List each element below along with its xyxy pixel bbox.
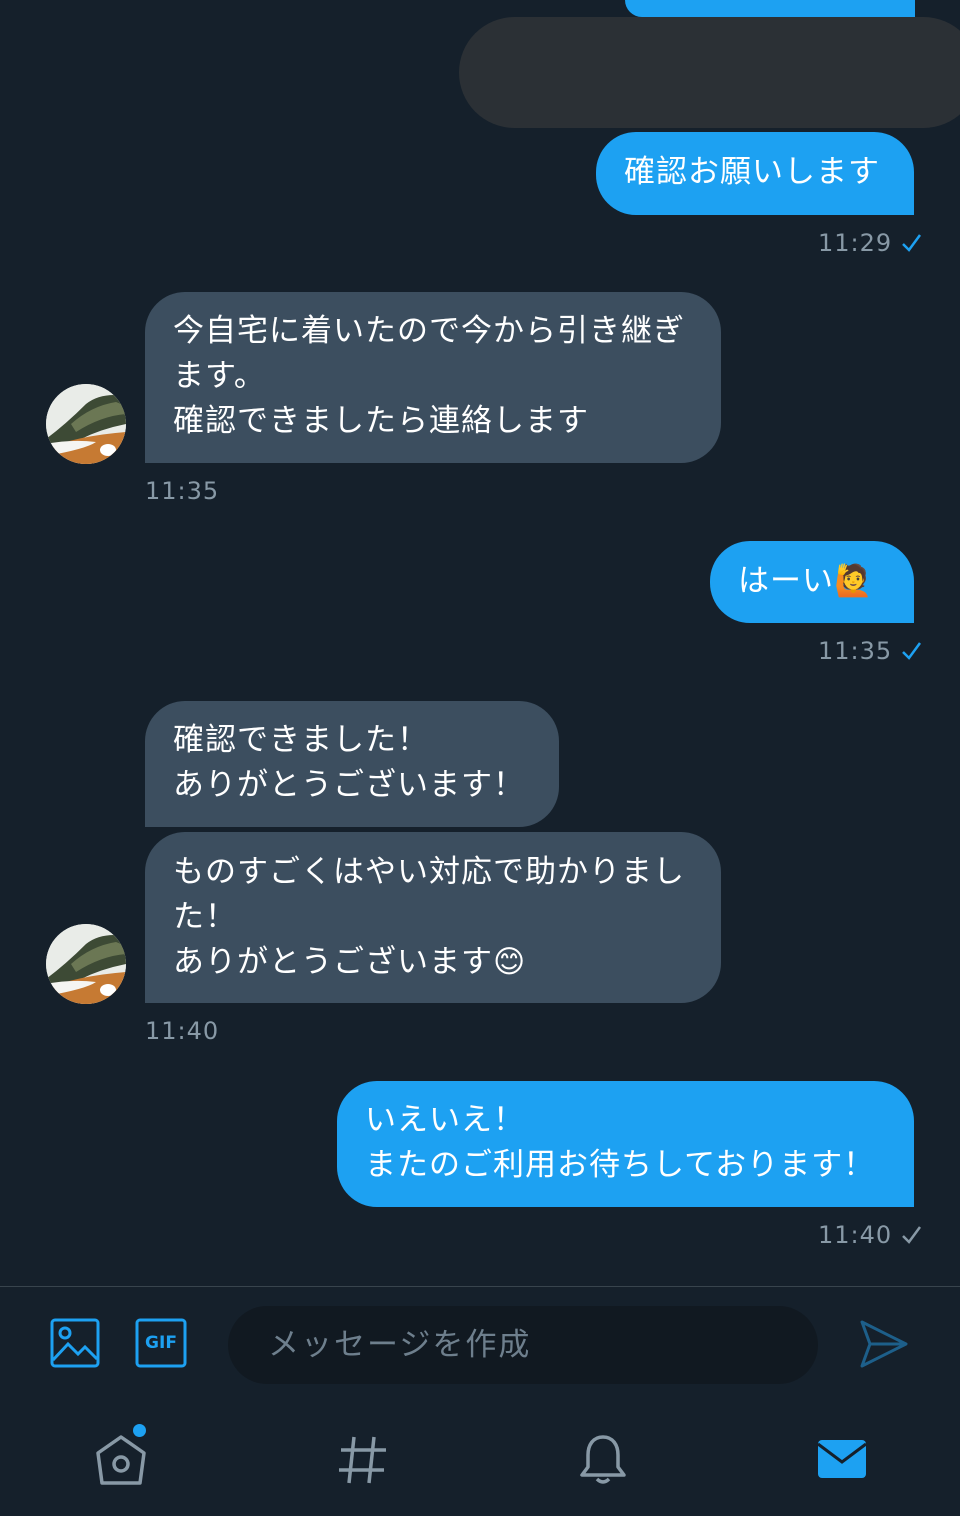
- image-icon: [50, 1318, 100, 1368]
- message-timestamp: 11:40: [145, 1017, 219, 1045]
- bell-icon: [580, 1435, 626, 1484]
- outgoing-message-bubble[interactable]: いえいえ！ またのご利用お待ちしております！: [337, 1081, 914, 1207]
- avatar[interactable]: [46, 924, 126, 1004]
- incoming-message-bubble[interactable]: 今自宅に着いたので今から引き継ぎ ます。 確認できましたら連絡します: [145, 292, 721, 463]
- incoming-message-bubble[interactable]: ものすごくはやい対応で助かりまし た！ ありがとうございます😊: [145, 832, 721, 1003]
- incoming-message-bubble[interactable]: 確認できました！ ありがとうございます！: [145, 701, 559, 827]
- check-icon: [902, 1226, 922, 1244]
- avatar-photo-icon: [46, 384, 126, 464]
- message-timestamp: 11:35: [818, 637, 922, 665]
- notification-dot: [133, 1424, 146, 1437]
- tab-home[interactable]: [94, 1424, 148, 1491]
- tab-notifications[interactable]: [576, 1433, 630, 1491]
- home-icon: [96, 1435, 146, 1485]
- tab-messages[interactable]: [816, 1436, 868, 1486]
- timestamp-text: 11:29: [818, 229, 893, 257]
- timestamp-text: 11:40: [818, 1221, 893, 1249]
- mail-icon: [817, 1440, 867, 1478]
- timestamp-text: 11:35: [818, 637, 893, 665]
- message-compose-input[interactable]: メッセージを作成: [228, 1306, 818, 1384]
- avatar-photo-icon: [46, 924, 126, 1004]
- message-timestamp: 11:35: [145, 477, 219, 505]
- add-image-button[interactable]: [50, 1318, 100, 1372]
- check-icon: [902, 234, 922, 252]
- dm-conversation-screen: 確認お願いします 11:29 今自宅に着いたので今から引き継ぎ ます。 確認でき…: [0, 0, 960, 1516]
- message-timestamp: 11:29: [818, 229, 922, 257]
- hashtag-icon: [339, 1436, 386, 1484]
- outgoing-message-bubble-partial[interactable]: [625, 0, 915, 17]
- send-icon: [860, 1320, 908, 1368]
- outgoing-message-bubble[interactable]: はーい🙋: [710, 541, 914, 623]
- outgoing-message-bubble[interactable]: 確認お願いします: [596, 132, 914, 215]
- gif-label: GIF: [145, 1333, 177, 1353]
- bottom-tab-bar: [0, 1400, 960, 1516]
- message-timestamp: 11:40: [818, 1221, 922, 1249]
- check-icon: [902, 642, 922, 660]
- send-button[interactable]: [858, 1318, 910, 1374]
- timestamp-text: 11:40: [145, 1017, 220, 1045]
- timestamp-text: 11:35: [145, 477, 220, 505]
- avatar[interactable]: [46, 384, 126, 464]
- tab-explore[interactable]: [336, 1433, 390, 1491]
- redacted-message-block: [459, 17, 960, 128]
- compose-placeholder: メッセージを作成: [268, 1327, 532, 1363]
- add-gif-button[interactable]: GIF: [135, 1318, 187, 1372]
